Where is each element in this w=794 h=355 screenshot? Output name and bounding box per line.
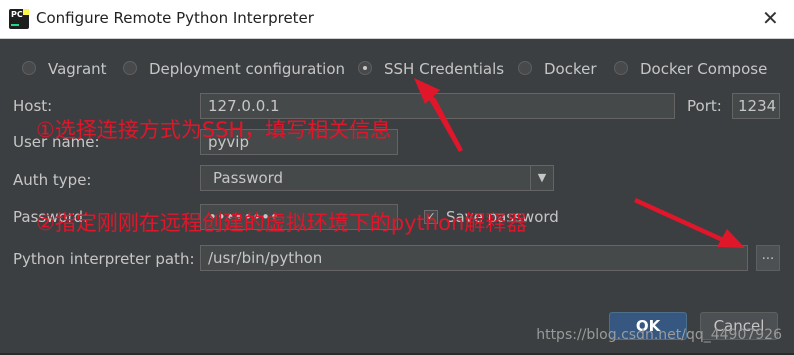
- annotation-arrows: [414, 78, 745, 248]
- arrow-to-interpreter-icon: [634, 198, 745, 248]
- arrow-to-ssh-icon: [414, 78, 463, 152]
- watermark-text: https://blog.csdn.net/qq_44907926: [536, 327, 782, 343]
